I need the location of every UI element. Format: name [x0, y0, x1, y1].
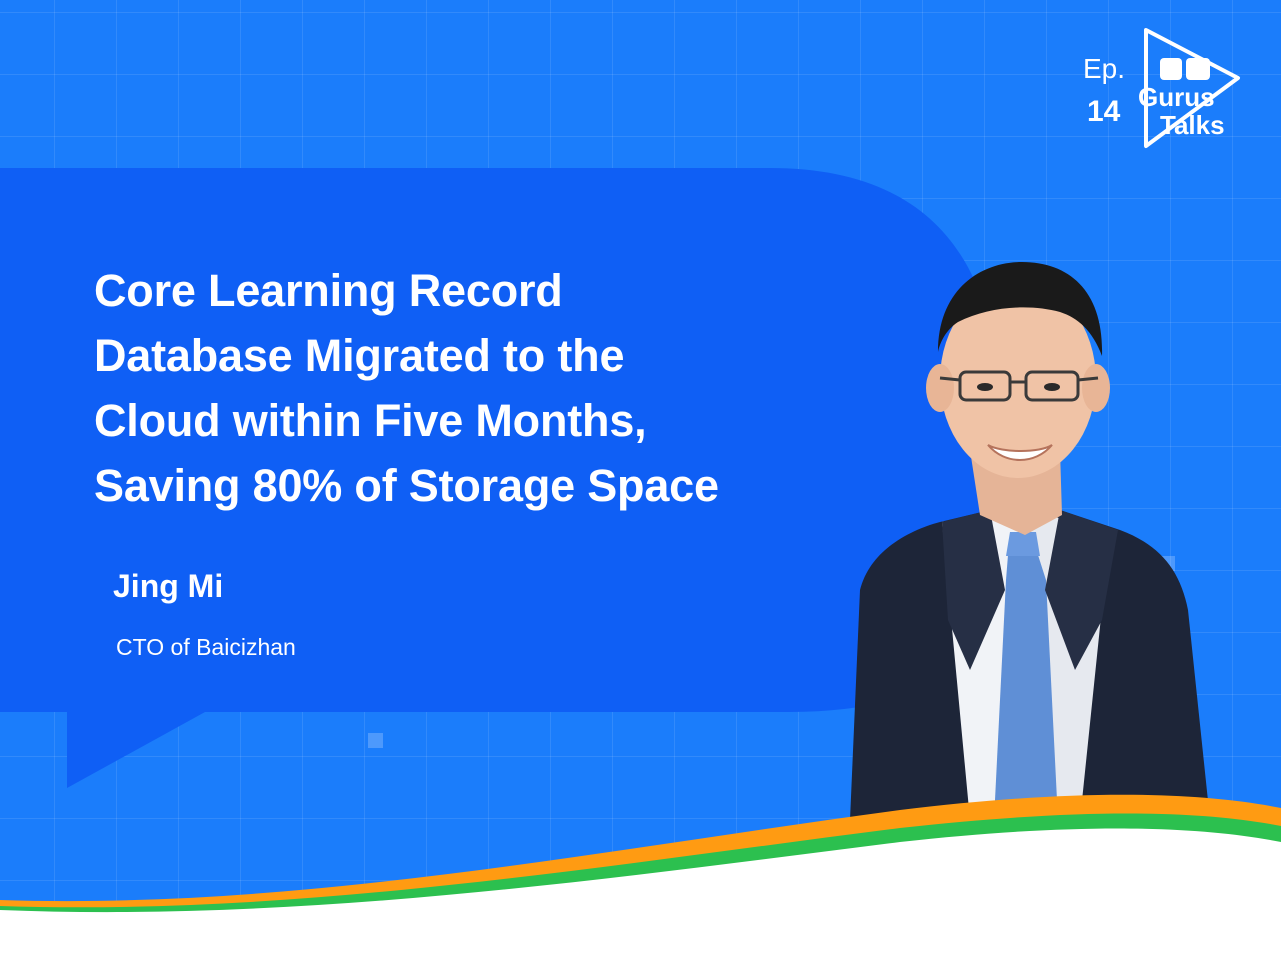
- speaker-role: CTO of Baicizhan: [116, 634, 296, 660]
- logo-talks-text: Talks: [1160, 110, 1225, 140]
- headline-line: Core Learning Record: [94, 265, 563, 316]
- logo-gurus-text: Gurus: [1138, 82, 1215, 112]
- speaker-name: Jing Mi: [113, 568, 224, 604]
- headline-line: Saving 80% of Storage Space: [94, 460, 719, 511]
- episode-prefix: Ep.: [1083, 53, 1126, 84]
- decor-square: [368, 733, 383, 748]
- bottom-wave: [0, 794, 1281, 961]
- headline-line: Cloud within Five Months,: [94, 395, 647, 446]
- speaker-portrait: [850, 262, 1210, 820]
- episode-number: 14: [1087, 95, 1121, 128]
- headline: Core Learning Record Database Migrated t…: [94, 258, 814, 518]
- headline-line: Database Migrated to the: [94, 330, 625, 381]
